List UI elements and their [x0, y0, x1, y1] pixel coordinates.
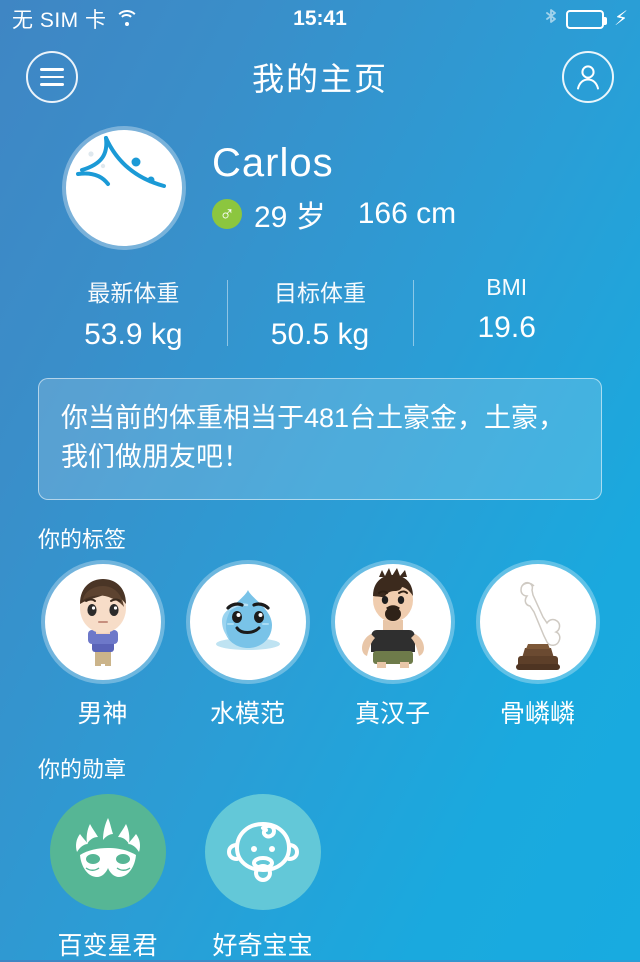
tag-label: 男神	[77, 700, 128, 729]
tags-list: 男神 水模范 真汉子 骨嶙嶙	[0, 564, 640, 730]
battery-full-icon	[565, 9, 607, 29]
person-account-icon[interactable]	[562, 51, 614, 103]
hamburger-menu-icon[interactable]	[26, 51, 78, 103]
stat-current-weight[interactable]: 最新体重 53.9 kg	[40, 274, 227, 352]
lightning-bolt-icon: ⚡	[613, 8, 628, 30]
stat-value: 50.5 kg	[270, 318, 370, 351]
stats-row: 最新体重 53.9 kg 目标体重 50.5 kg BMI 19.6	[40, 274, 600, 352]
badges-list: 百变星君 好奇宝宝	[0, 794, 640, 962]
badges-section-title: 你的勋章	[38, 757, 127, 783]
badge-item[interactable]: 好奇宝宝	[185, 794, 340, 962]
status-bar-right: ⚡	[544, 8, 628, 30]
status-bar: 无 SIM 卡 15:41 ⚡	[0, 0, 640, 38]
page-title: 我的主页	[251, 61, 388, 97]
tag-label: 骨嶙嶙	[499, 700, 575, 729]
stat-value: 19.6	[477, 311, 536, 344]
stat-target-weight[interactable]: 目标体重 50.5 kg	[226, 274, 414, 352]
tag-label: 水模范	[209, 700, 285, 729]
gender-male-icon: ♂	[212, 199, 242, 229]
profile-meta: ♂ 29 岁 166 cm	[212, 192, 456, 236]
profile-info: Carlos ♂ 29 岁 166 cm	[212, 140, 456, 236]
wifi-icon	[114, 10, 139, 28]
fun-fact-message-card[interactable]: 你当前的体重相当于481台土豪金，土豪，我们做朋友吧！	[38, 378, 602, 501]
profile-header: Carlos ♂ 29 岁 166 cm	[0, 116, 640, 246]
user-height: 166 cm	[357, 197, 457, 230]
tag-item[interactable]: 水模范	[175, 564, 320, 730]
badge-label: 好奇宝宝	[212, 932, 313, 961]
tag-label: 真汉子	[354, 700, 430, 729]
badge-item[interactable]: 百变星君	[30, 794, 185, 962]
stat-bmi[interactable]: BMI 19.6	[413, 274, 600, 352]
water-drop-face-icon	[189, 564, 306, 681]
stat-value: 53.9 kg	[84, 318, 183, 351]
tag-item[interactable]: 真汉子	[320, 564, 465, 730]
stat-label: 目标体重	[274, 280, 366, 306]
tags-section-title: 你的标签	[38, 527, 127, 553]
stat-label: BMI	[486, 274, 528, 300]
navigation-bar: 我的主页	[0, 38, 640, 116]
baby-face-icon	[204, 794, 321, 911]
bluetooth-icon	[544, 8, 558, 30]
tag-item[interactable]: 男神	[30, 564, 175, 730]
carrier-label: 无 SIM 卡	[12, 9, 107, 32]
carnival-masks-icon	[49, 794, 166, 911]
badge-label: 百变星君	[57, 932, 158, 961]
boy-character-icon	[44, 564, 161, 681]
user-age: 29 岁	[254, 201, 326, 234]
user-avatar-placeholder-icon[interactable]	[66, 130, 182, 246]
status-bar-left: 无 SIM 卡	[12, 4, 139, 34]
muscular-man-icon	[334, 564, 451, 681]
bone-trophy-icon	[479, 564, 596, 681]
tag-item[interactable]: 骨嶙嶙	[465, 564, 610, 730]
user-name: Carlos	[212, 141, 334, 185]
stat-label: 最新体重	[87, 280, 180, 306]
